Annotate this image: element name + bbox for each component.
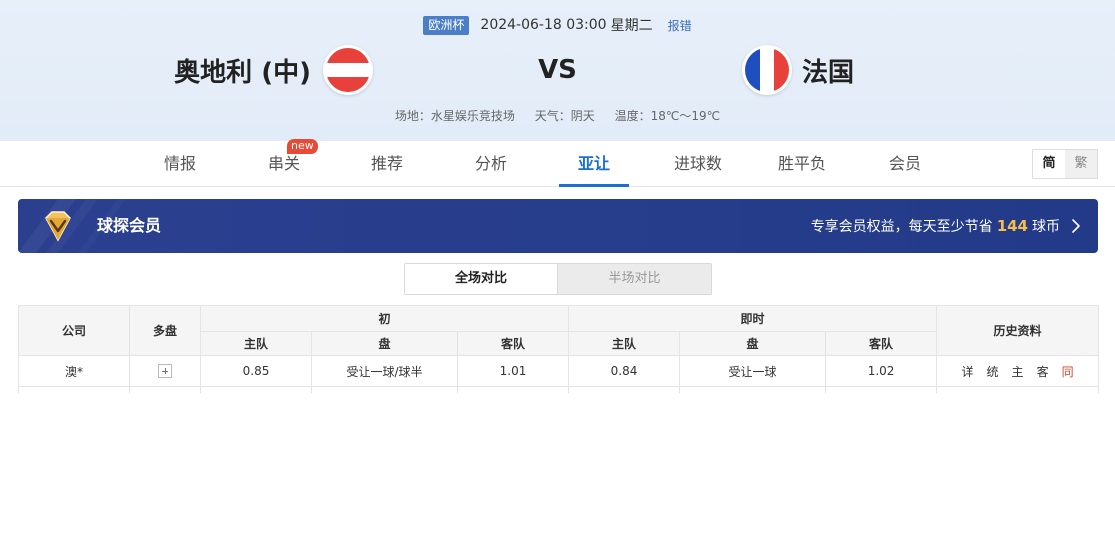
tab-nav: 情报 串关 new 推荐 分析 亚让 进球数 胜平负 会员 简 繁 [0,139,1115,187]
period-toggle: 全场对比 半场对比 [404,263,712,295]
simplified-chinese-button[interactable]: 简 [1033,150,1065,178]
vip-diamond-icon [45,211,71,242]
tab-intel[interactable]: 情报 [156,141,204,187]
col-init-handicap: 盘 [311,331,458,356]
col-live-handicap: 盘 [679,331,827,356]
col-multi: 多盘 [129,305,201,356]
venue-text: 场地：水星娱乐竞技场 [394,109,515,123]
empty-cell [936,386,1100,393]
match-weekday: 星期二 [610,18,653,34]
tab-label: 情报 [163,154,196,173]
col-history: 历史资料 [936,305,1100,356]
language-toggle: 简 繁 [1032,149,1098,179]
tab-asian-handicap[interactable]: 亚让 [559,141,629,187]
empty-cell [200,386,312,393]
col-init-home: 主队 [200,331,312,356]
col-group-live: 即时 [568,305,938,332]
tab-label: 串关 [267,154,300,173]
match-header: 欧洲杯 2024-06-18 03:00 星期二 报错 奥地利 (中) VS 法… [0,0,1115,141]
tab-label: 胜平负 [777,154,826,173]
match-datetime: 2024-06-18 03:00 [480,17,607,33]
tab-member[interactable]: 会员 [881,141,929,187]
tab-recommend[interactable]: 推荐 [363,141,411,187]
live-handicap-cell: 受让一球 [679,355,827,387]
away-team[interactable]: 法国 [742,44,854,96]
tab-1x2[interactable]: 胜平负 [770,141,834,187]
member-promo: 专享会员权益，每天至少节省 144 球币 [811,199,1060,253]
init-away-cell: 1.01 [456,355,570,387]
coins-amount: 144 [996,217,1028,235]
empty-cell [568,386,681,393]
col-company: 公司 [18,305,130,356]
vs-label: VS [538,55,577,85]
empty-cell [679,386,827,393]
away-team-name: 法国 [802,57,855,88]
company-cell: 澳* [18,355,130,387]
expand-plus-icon[interactable] [158,364,172,379]
temperature-text: 温度：18℃～19℃ [614,109,721,123]
tab-label: 会员 [888,154,921,173]
tab-parlay[interactable]: 串关 new [260,139,318,187]
promo-suffix: 球币 [1032,219,1060,235]
empty-cell [456,386,570,393]
history-cell: 详 统 主 客 同 [936,355,1100,387]
history-detail-link[interactable]: 详 [962,363,974,380]
multi-cell [129,355,201,387]
new-badge: new [287,139,318,154]
france-flag-icon [742,45,792,95]
match-conditions: 场地：水星娱乐竞技场 天气：阴天 温度：18℃～19℃ [0,107,1115,124]
live-home-cell: 0.84 [568,355,681,387]
promo-prefix: 专享会员权益，每天至少节省 [810,219,993,235]
col-group-initial: 初 [199,305,570,332]
empty-cell [825,386,938,393]
col-live-away: 客队 [825,331,938,356]
empty-cell [129,386,201,393]
tab-label: 分析 [474,154,507,173]
member-title: 球探会员 [97,216,162,235]
init-home-cell: 0.85 [200,355,312,387]
match-meta: 欧洲杯 2024-06-18 03:00 星期二 报错 [0,15,1115,35]
weather-text: 天气：阴天 [534,109,595,123]
empty-cell [18,386,130,393]
init-handicap-cell: 受让一球/球半 [311,355,458,387]
tab-label: 进球数 [673,154,722,173]
league-badge[interactable]: 欧洲杯 [423,15,470,35]
history-stats-link[interactable]: 统 [987,363,999,380]
col-live-home: 主队 [568,331,681,356]
history-same-link[interactable]: 同 [1062,363,1074,380]
odds-table: 公司 多盘 初 即时 历史资料 主队 盘 客队 主队 盘 客队 澳* 0.85 … [18,305,1100,393]
tab-label: 推荐 [370,154,403,173]
member-banner[interactable]: 球探会员 专享会员权益，每天至少节省 144 球币 [18,199,1098,253]
tab-label: 亚让 [577,154,610,173]
half-match-compare-button[interactable]: 半场对比 [558,264,711,294]
table-row: 澳* 0.85 受让一球/球半 1.01 0.84 受让一球 1.02 详 统 … [18,355,1100,387]
tab-analysis[interactable]: 分析 [467,141,515,187]
col-init-away: 客队 [456,331,570,356]
chevron-right-icon[interactable] [1068,218,1084,234]
report-error-link[interactable]: 报错 [668,17,692,34]
tab-goals[interactable]: 进球数 [666,141,730,187]
empty-cell [311,386,458,393]
full-match-compare-button[interactable]: 全场对比 [405,264,558,294]
traditional-chinese-button[interactable]: 繁 [1065,150,1097,178]
live-away-cell: 1.02 [825,355,938,387]
table-row [18,386,1100,393]
history-home-link[interactable]: 主 [1012,363,1024,380]
history-away-link[interactable]: 客 [1037,363,1049,380]
